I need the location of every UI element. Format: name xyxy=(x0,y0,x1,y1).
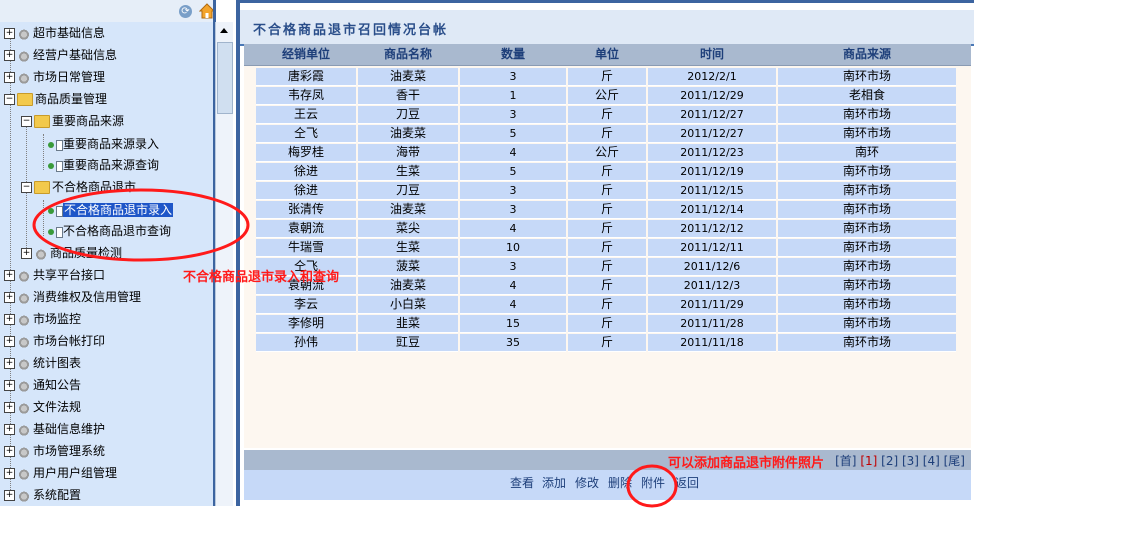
annotation-circle-tree xyxy=(32,188,250,262)
annotation-attach-note: 可以添加商品退市附件照片 xyxy=(668,456,825,471)
annotation-layer xyxy=(32,188,678,508)
annotation-circle-attach xyxy=(626,464,678,508)
annotation-tree-note: 不合格商品退市录入和查询 xyxy=(183,270,340,285)
